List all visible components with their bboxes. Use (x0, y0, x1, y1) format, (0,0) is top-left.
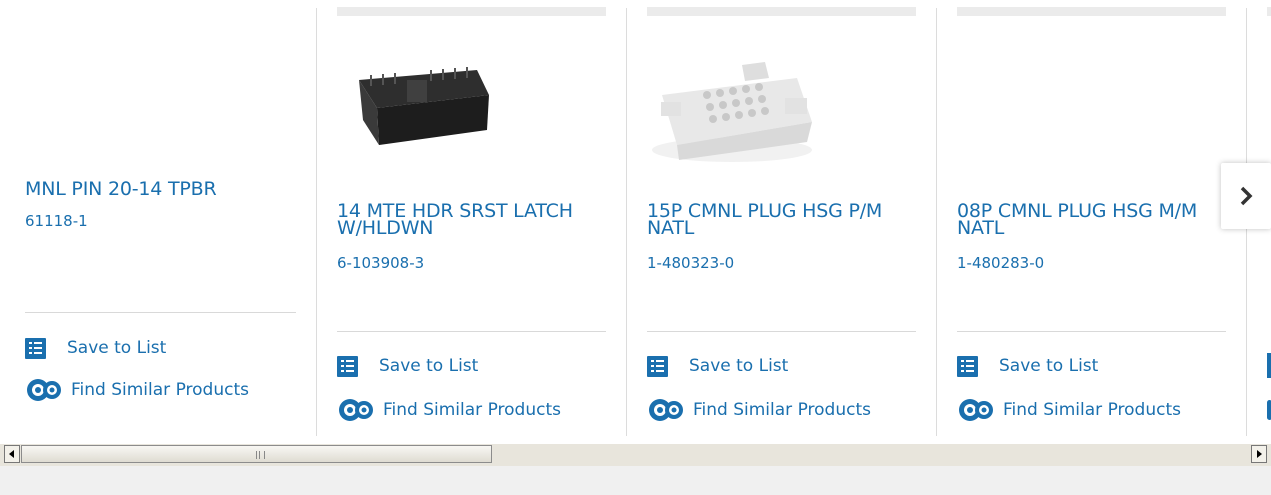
checklist-icon (647, 355, 668, 377)
product-part-number[interactable]: 1-480283-0 (957, 254, 1044, 272)
page-bottom-area (0, 466, 1271, 495)
gears-icon (27, 379, 61, 401)
card-separator (25, 312, 296, 313)
find-similar-button[interactable]: Find Similar Products (647, 397, 871, 423)
save-to-list-button[interactable]: Save to List (25, 335, 166, 361)
product-part-number[interactable]: 61118-1 (25, 212, 88, 230)
image-top-bar (337, 7, 606, 16)
product-title[interactable]: 15P CMNL PLUG HSG P/M NATL (647, 202, 922, 238)
partial-image-top-bar (1267, 7, 1271, 16)
card-separator (957, 331, 1226, 332)
save-to-list-label: Save to List (689, 356, 789, 376)
gears-icon (959, 399, 993, 421)
thumb-grip (256, 451, 265, 459)
image-top-bar (647, 7, 916, 16)
find-similar-button[interactable]: Find Similar Products (957, 397, 1181, 423)
save-to-list-button[interactable]: Save to List (647, 353, 788, 379)
product-card: 14 MTE HDR SRST LATCH W/HLDWN 6-103908-3… (317, 0, 626, 436)
product-part-number[interactable]: 6-103908-3 (337, 254, 424, 272)
scroll-left-button[interactable] (4, 445, 20, 463)
save-to-list-label: Save to List (999, 356, 1099, 376)
card-separator (337, 331, 606, 332)
product-title[interactable]: MNL PIN 20-14 TPBR (25, 180, 300, 199)
image-top-bar (957, 7, 1226, 16)
product-title[interactable]: 14 MTE HDR SRST LATCH W/HLDWN (337, 202, 612, 238)
arrow-right-icon (1257, 450, 1262, 458)
product-card: MNL PIN 20-14 TPBR 61118-1 Save to List … (5, 0, 315, 436)
scrollbar-thumb[interactable] (21, 445, 492, 463)
find-similar-button[interactable]: Find Similar Products (337, 397, 561, 423)
find-similar-label: Find Similar Products (1003, 400, 1181, 420)
save-to-list-button[interactable]: Save to List (337, 353, 478, 379)
find-similar-label: Find Similar Products (71, 380, 249, 400)
checklist-icon (25, 337, 46, 359)
save-to-list-label: Save to List (67, 338, 167, 358)
find-similar-label: Find Similar Products (383, 400, 561, 420)
product-image[interactable] (647, 50, 817, 165)
partial-save-icon (1267, 353, 1271, 378)
checklist-icon (337, 355, 358, 377)
product-part-number[interactable]: 1-480323-0 (647, 254, 734, 272)
product-card: 08P CMNL PLUG HSG M/M NATL 1-480283-0 Sa… (937, 0, 1246, 436)
save-to-list-label: Save to List (379, 356, 479, 376)
chevron-right-icon (1240, 186, 1253, 206)
product-image[interactable] (337, 50, 507, 150)
product-card: 15P CMNL PLUG HSG P/M NATL 1-480323-0 Sa… (627, 0, 936, 436)
save-to-list-button[interactable]: Save to List (957, 353, 1098, 379)
gears-icon (649, 399, 683, 421)
find-similar-label: Find Similar Products (693, 400, 871, 420)
product-title[interactable]: 08P CMNL PLUG HSG M/M NATL (957, 202, 1232, 238)
find-similar-button[interactable]: Find Similar Products (25, 377, 249, 403)
horizontal-scrollbar[interactable] (0, 444, 1271, 466)
checklist-icon (957, 355, 978, 377)
partial-find-icon (1267, 400, 1271, 420)
carousel-next-button[interactable] (1221, 163, 1271, 229)
arrow-left-icon (9, 450, 14, 458)
scroll-right-button[interactable] (1251, 445, 1267, 463)
product-carousel: MNL PIN 20-14 TPBR 61118-1 Save to List … (0, 0, 1271, 440)
gears-icon (339, 399, 373, 421)
card-separator (647, 331, 916, 332)
